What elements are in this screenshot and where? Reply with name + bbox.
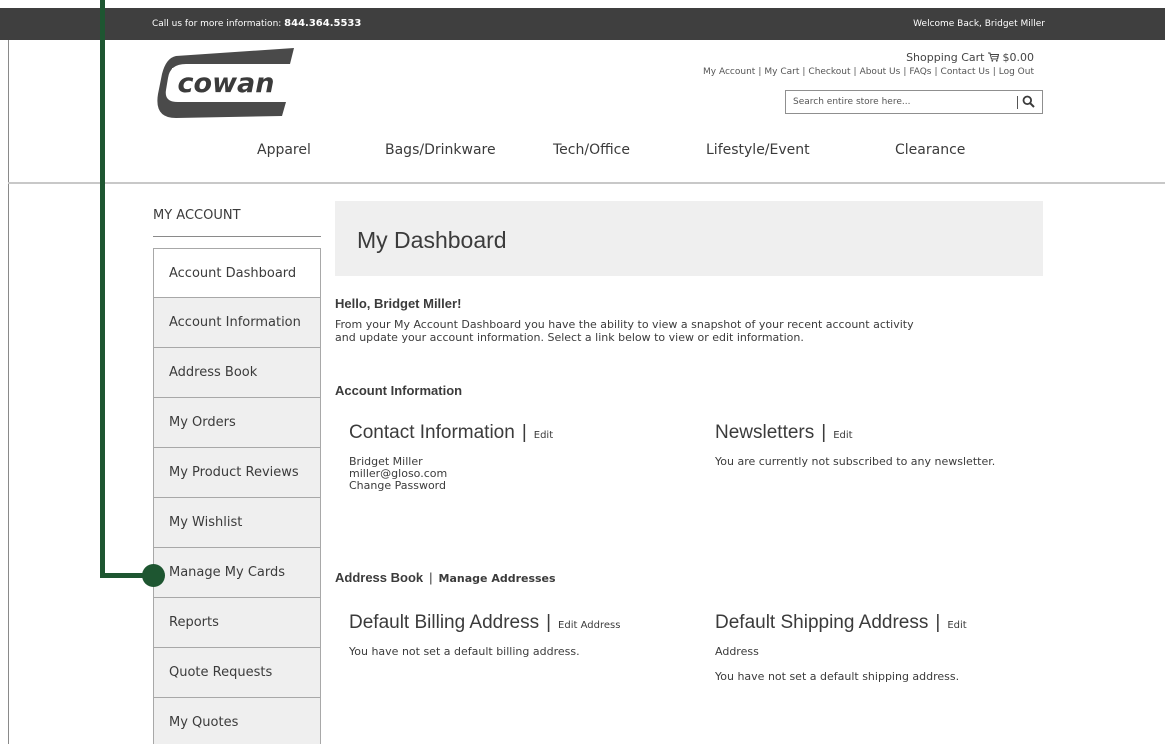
search-input[interactable]: Search entire store here... <box>785 90 1043 114</box>
link-my-cart[interactable]: My Cart <box>764 67 799 77</box>
link-checkout[interactable]: Checkout <box>808 67 850 77</box>
search-placeholder: Search entire store here... <box>793 97 911 107</box>
link-log-out[interactable]: Log Out <box>999 67 1034 77</box>
sidebar-item-reports[interactable]: Reports <box>153 598 321 648</box>
nav-tech-office[interactable]: Tech/Office <box>553 142 630 158</box>
nav-divider <box>8 182 1165 184</box>
link-my-account[interactable]: My Account <box>703 67 755 77</box>
sidebar-item-address-book[interactable]: Address Book <box>153 348 321 398</box>
link-contact-us[interactable]: Contact Us <box>941 67 990 77</box>
account-sidebar: Account Dashboard Account Information Ad… <box>153 248 321 744</box>
account-information-heading: Account Information <box>335 383 463 398</box>
default-shipping-heading: Default Shipping Address | Edit <box>715 612 967 633</box>
link-faqs[interactable]: FAQs <box>909 67 931 77</box>
edit-billing-address-link[interactable]: Edit Address <box>558 620 620 631</box>
edit-contact-link[interactable]: Edit <box>534 430 553 441</box>
default-billing-heading: Default Billing Address | Edit Address <box>349 612 621 633</box>
newsletter-status: You are currently not subscribed to any … <box>715 455 996 468</box>
sidebar-item-manage-my-cards[interactable]: Manage My Cards <box>153 548 321 598</box>
sidebar-item-account-dashboard[interactable]: Account Dashboard <box>153 248 321 298</box>
link-about-us[interactable]: About Us <box>860 67 901 77</box>
nav-apparel[interactable]: Apparel <box>257 142 311 158</box>
edit-newsletters-link[interactable]: Edit <box>833 430 852 441</box>
sidebar-item-my-wishlist[interactable]: My Wishlist <box>153 498 321 548</box>
sidebar-item-quote-requests[interactable]: Quote Requests <box>153 648 321 698</box>
cart-total: $0.00 <box>1002 51 1035 64</box>
sidebar-item-my-product-reviews[interactable]: My Product Reviews <box>153 448 321 498</box>
cart-icon <box>988 52 1000 62</box>
contact-information-heading: Contact Information | Edit <box>349 422 554 443</box>
phone-number[interactable]: 844.364.5533 <box>284 18 361 29</box>
cowan-logo[interactable]: cowan <box>156 48 296 118</box>
greeting: Hello, Bridget Miller! <box>335 296 462 311</box>
newsletters-heading: Newsletters | Edit <box>715 422 853 443</box>
shopping-cart[interactable]: Shopping Cart $0.00 <box>703 51 1034 64</box>
page-title: My Dashboard <box>357 227 507 253</box>
logo-text: cowan <box>178 68 275 99</box>
callout-line-vertical <box>100 0 105 578</box>
manage-addresses-link[interactable]: Manage Addresses <box>439 572 556 585</box>
edit-shipping-link[interactable]: Edit <box>947 620 966 631</box>
nav-lifestyle-event[interactable]: Lifestyle/Event <box>706 142 810 158</box>
sidebar-item-account-information[interactable]: Account Information <box>153 298 321 348</box>
header-links: Shopping Cart $0.00 My Account | My Cart | C… <box>703 51 1034 77</box>
sidebar-item-my-quotes[interactable]: My Quotes <box>153 698 321 744</box>
nav-bags-drinkware[interactable]: Bags/Drinkware <box>385 142 496 158</box>
dashboard-banner: My Dashboard <box>335 201 1043 276</box>
address-book-heading: Address Book | Manage Addresses <box>335 570 556 585</box>
callout-marker <box>142 564 165 587</box>
sidebar-item-my-orders[interactable]: My Orders <box>153 398 321 448</box>
contact-details: Bridget Miller miller@gloso.com Change P… <box>349 456 447 492</box>
shipping-address-status: You have not set a default shipping addr… <box>715 670 960 683</box>
nav-clearance[interactable]: Clearance <box>895 142 965 158</box>
account-links: My Account | My Cart | Checkout | About Us | FAQ… <box>703 67 1034 77</box>
search-icon[interactable] <box>1022 95 1035 108</box>
welcome-message: Welcome Back, Bridget Miller <box>913 19 1045 29</box>
call-info: Call us for more information: 844.364.55… <box>152 18 362 29</box>
sidebar-title: MY ACCOUNT <box>153 208 241 223</box>
dashboard-intro: From your My Account Dashboard you have … <box>335 318 914 344</box>
change-password-link[interactable]: Change Password <box>349 480 447 492</box>
billing-address-status: You have not set a default billing addre… <box>349 645 580 658</box>
edit-shipping-link-line2[interactable]: Address <box>715 646 759 658</box>
page-frame <box>8 40 9 744</box>
top-bar: Call us for more information: 844.364.55… <box>0 8 1165 40</box>
